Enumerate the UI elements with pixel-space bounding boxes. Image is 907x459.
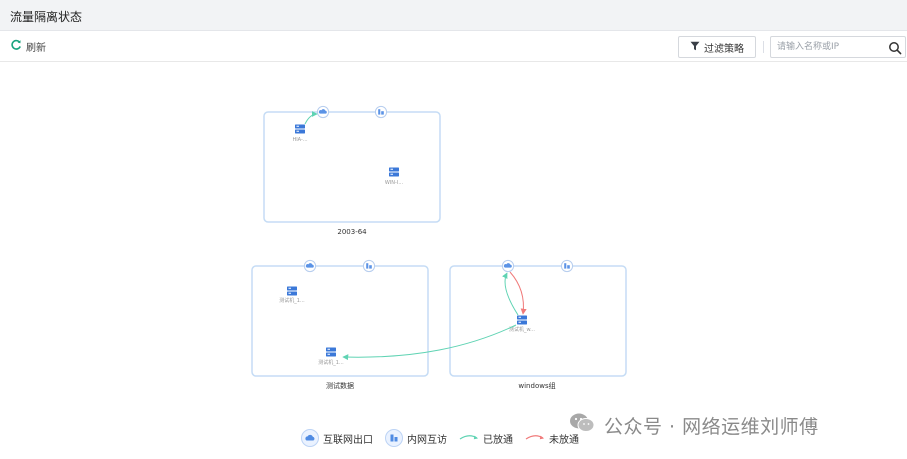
building-icon <box>385 429 403 447</box>
toolbar-divider <box>763 41 764 53</box>
search-icon[interactable] <box>888 40 902 55</box>
cloud-icon <box>301 429 319 447</box>
host-label: 测试机_1... <box>279 297 305 304</box>
watermark: 公众号 · 网络运维刘师傅 <box>568 411 819 440</box>
filter-icon <box>690 41 700 54</box>
host-label: HIA-... <box>292 137 308 143</box>
refresh-icon <box>10 39 22 54</box>
group-label: 2003-64 <box>337 228 367 236</box>
group-windows[interactable]: 测试机_w... windows组 <box>449 259 627 390</box>
green-arrow-icon <box>459 432 479 445</box>
host-label: 测试机_w... <box>509 326 535 333</box>
toolbar: 刷新 过滤策略 <box>0 31 907 62</box>
topology-canvas[interactable]: HIA-... WIN-I... 2003-64 测试机_1... 测试机_1.… <box>0 62 907 459</box>
legend: 互联网出口 内网互访 已放通 未放通 <box>301 429 591 447</box>
search-input[interactable] <box>777 39 877 55</box>
internet-exit-node[interactable] <box>501 259 515 273</box>
legend-internet-exit: 互联网出口 <box>301 429 373 447</box>
group-2003-64[interactable]: HIA-... WIN-I... 2003-64 <box>263 105 441 236</box>
host-label: WIN-I... <box>385 180 404 186</box>
title-bar: 流量隔离状态 <box>0 0 907 31</box>
legend-label: 互联网出口 <box>323 434 373 446</box>
legend-allowed: 已放通 <box>459 431 513 446</box>
wechat-icon <box>568 411 596 440</box>
search-box <box>770 36 906 58</box>
refresh-label: 刷新 <box>26 43 46 54</box>
intranet-node[interactable] <box>374 105 388 119</box>
refresh-button[interactable]: 刷新 <box>10 39 46 54</box>
internet-exit-node[interactable] <box>316 105 330 119</box>
red-arrow-icon <box>525 432 545 445</box>
watermark-text: 公众号 · 网络运维刘师傅 <box>604 416 819 438</box>
legend-intranet: 内网互访 <box>385 429 447 447</box>
page-title: 流量隔离状态 <box>10 10 83 24</box>
filter-policy-button[interactable]: 过滤策略 <box>678 36 756 58</box>
topology-graph[interactable]: HIA-... WIN-I... 2003-64 测试机_1... 测试机_1.… <box>0 62 907 459</box>
filter-label: 过滤策略 <box>704 43 744 55</box>
group-label: 测试数据 <box>326 381 354 390</box>
group-label: windows组 <box>518 381 555 390</box>
intranet-node[interactable] <box>362 259 376 273</box>
legend-label: 内网互访 <box>407 434 447 446</box>
host-label: 测试机_1... <box>318 359 344 366</box>
intranet-node[interactable] <box>560 259 574 273</box>
internet-exit-node[interactable] <box>303 259 317 273</box>
legend-label: 已放通 <box>483 434 513 446</box>
group-test-data[interactable]: 测试机_1... 测试机_1... 测试数据 <box>251 259 429 390</box>
